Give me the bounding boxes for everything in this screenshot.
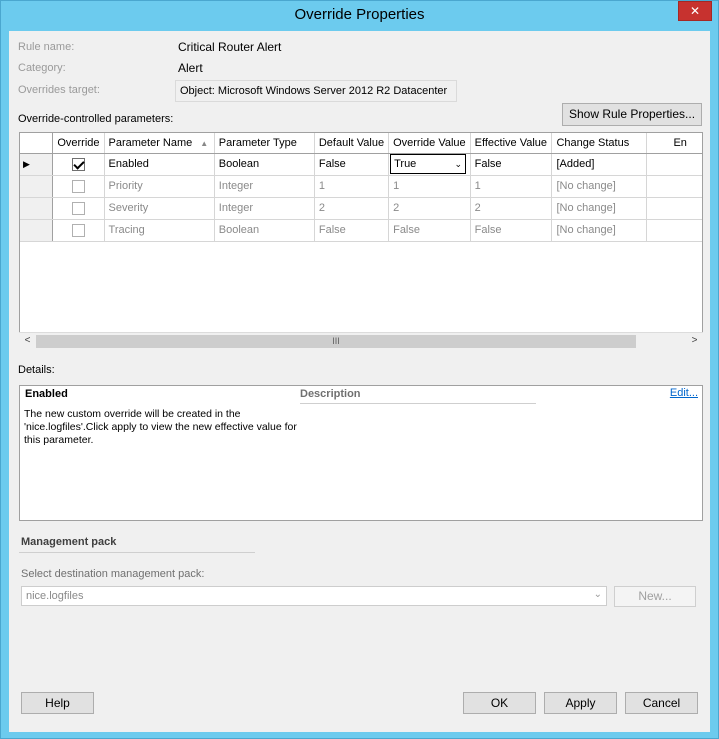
scroll-thumb[interactable]: III	[36, 335, 636, 348]
effective-value-cell: 2	[470, 197, 553, 220]
extra-cell	[646, 153, 702, 176]
column-header-parameter-type[interactable]: Parameter Type	[214, 133, 315, 154]
effective-value-cell: False	[470, 153, 553, 176]
column-header-effective-value[interactable]: Effective Value	[470, 133, 553, 154]
details-label: Details:	[18, 364, 55, 376]
column-header-default-value[interactable]: Default Value	[314, 133, 390, 154]
default-value-cell: 2	[314, 197, 390, 220]
table-row[interactable]: Severity Integer 2 2 2 [No change]	[20, 197, 702, 220]
overrides-target-label: Overrides target:	[18, 84, 100, 96]
management-pack-divider	[19, 552, 255, 553]
effective-value-cell: 1	[470, 175, 553, 198]
overrides-target-value: Object: Microsoft Windows Server 2012 R2…	[180, 85, 448, 97]
table-row[interactable]: ▶ Enabled Boolean False True ⌄ False [Ad…	[20, 153, 702, 176]
category-value: Alert	[178, 61, 203, 75]
dialog-client-area: Rule name: Critical Router Alert Categor…	[9, 31, 710, 732]
change-status-cell: [No change]	[551, 219, 648, 242]
scroll-right-icon[interactable]: >	[686, 333, 703, 350]
row-header[interactable]	[20, 219, 54, 242]
description-divider	[300, 403, 536, 404]
override-properties-window: Override Properties ✕ Rule name: Critica…	[0, 0, 719, 739]
override-checkbox-cell[interactable]	[52, 219, 105, 242]
grid-horizontal-scrollbar[interactable]: < III >	[19, 332, 703, 350]
current-row-icon: ▶	[23, 159, 30, 169]
override-checkbox-cell[interactable]	[52, 153, 105, 176]
override-value-selected: True	[394, 158, 417, 170]
column-header-parameter-name[interactable]: Parameter Name ▲	[104, 133, 215, 154]
chevron-down-icon: ⌄	[454, 159, 463, 169]
details-text: The new custom override will be created …	[24, 408, 297, 446]
parameter-name-cell: Severity	[104, 197, 215, 220]
override-checkbox-tracing[interactable]	[71, 223, 85, 237]
override-value-cell[interactable]: False	[388, 219, 471, 242]
new-management-pack-button[interactable]: New...	[614, 586, 696, 607]
column-header-override[interactable]: Override	[52, 133, 105, 154]
effective-value-cell: False	[470, 219, 553, 242]
category-label: Category:	[18, 62, 66, 74]
parameter-type-cell: Integer	[214, 197, 315, 220]
extra-cell	[646, 197, 702, 220]
close-icon: ✕	[689, 4, 701, 18]
chevron-down-icon: ⌄	[593, 589, 602, 600]
parameters-table: Override Parameter Name ▲ Parameter Type …	[20, 133, 702, 242]
override-value-select[interactable]: True ⌄	[390, 154, 467, 174]
parameter-type-cell: Boolean	[214, 153, 315, 176]
management-pack-select[interactable]: nice.logfiles ⌄	[21, 586, 607, 606]
table-row[interactable]: Tracing Boolean False False False [No ch…	[20, 219, 702, 242]
description-heading: Description	[300, 388, 361, 400]
management-pack-selected: nice.logfiles	[26, 590, 84, 602]
row-header[interactable]	[20, 175, 54, 198]
row-header-corner	[20, 133, 54, 154]
overrides-target-field: Object: Microsoft Windows Server 2012 R2…	[175, 80, 457, 102]
parameter-type-cell: Integer	[214, 175, 315, 198]
column-header-override-value[interactable]: Override Value	[388, 133, 471, 154]
show-rule-properties-button[interactable]: Show Rule Properties...	[562, 103, 702, 126]
window-title: Override Properties	[294, 6, 425, 23]
rule-name-value: Critical Router Alert	[178, 40, 282, 54]
parameter-name-cell: Enabled	[104, 153, 215, 176]
default-value-cell: False	[314, 153, 390, 176]
parameter-type-cell: Boolean	[214, 219, 315, 242]
row-header[interactable]	[20, 197, 54, 220]
cancel-button[interactable]: Cancel	[625, 692, 698, 714]
table-row[interactable]: Priority Integer 1 1 1 [No change]	[20, 175, 702, 198]
parameter-name-cell: Priority	[104, 175, 215, 198]
change-status-cell: [No change]	[551, 197, 648, 220]
override-checkbox-priority[interactable]	[71, 179, 85, 193]
change-status-cell: [Added]	[551, 153, 648, 176]
column-header-change-status[interactable]: Change Status	[551, 133, 648, 154]
parameter-name-cell: Tracing	[104, 219, 215, 242]
override-checkbox-enabled[interactable]	[71, 157, 85, 171]
destination-pack-label: Select destination management pack:	[21, 568, 205, 580]
default-value-cell: 1	[314, 175, 390, 198]
column-header-enforced-partial[interactable]: En	[646, 133, 702, 154]
override-checkbox-severity[interactable]	[71, 201, 85, 215]
override-value-cell[interactable]: 2	[388, 197, 471, 220]
close-button[interactable]: ✕	[678, 1, 712, 21]
change-status-cell: [No change]	[551, 175, 648, 198]
default-value-cell: False	[314, 219, 390, 242]
help-button[interactable]: Help	[21, 692, 94, 714]
parameters-grid: Override Parameter Name ▲ Parameter Type …	[19, 132, 703, 350]
grid-header-row: Override Parameter Name ▲ Parameter Type …	[20, 133, 702, 154]
override-checkbox-cell[interactable]	[52, 175, 105, 198]
extra-cell	[646, 219, 702, 242]
details-heading: Enabled	[25, 388, 68, 400]
details-panel: Enabled Description Edit... The new cust…	[19, 385, 703, 521]
override-value-cell[interactable]: True ⌄	[388, 153, 471, 176]
edit-link[interactable]: Edit...	[670, 387, 698, 399]
management-pack-heading: Management pack	[21, 536, 117, 548]
scroll-left-icon[interactable]: <	[19, 333, 36, 350]
extra-cell	[646, 175, 702, 198]
sort-ascending-icon: ▲	[200, 138, 209, 148]
override-parameters-label: Override-controlled parameters:	[18, 113, 174, 125]
override-value-cell[interactable]: 1	[388, 175, 471, 198]
ok-button[interactable]: OK	[463, 692, 536, 714]
apply-button[interactable]: Apply	[544, 692, 617, 714]
row-header[interactable]: ▶	[20, 153, 54, 176]
rule-name-label: Rule name:	[18, 41, 75, 53]
override-checkbox-cell[interactable]	[52, 197, 105, 220]
